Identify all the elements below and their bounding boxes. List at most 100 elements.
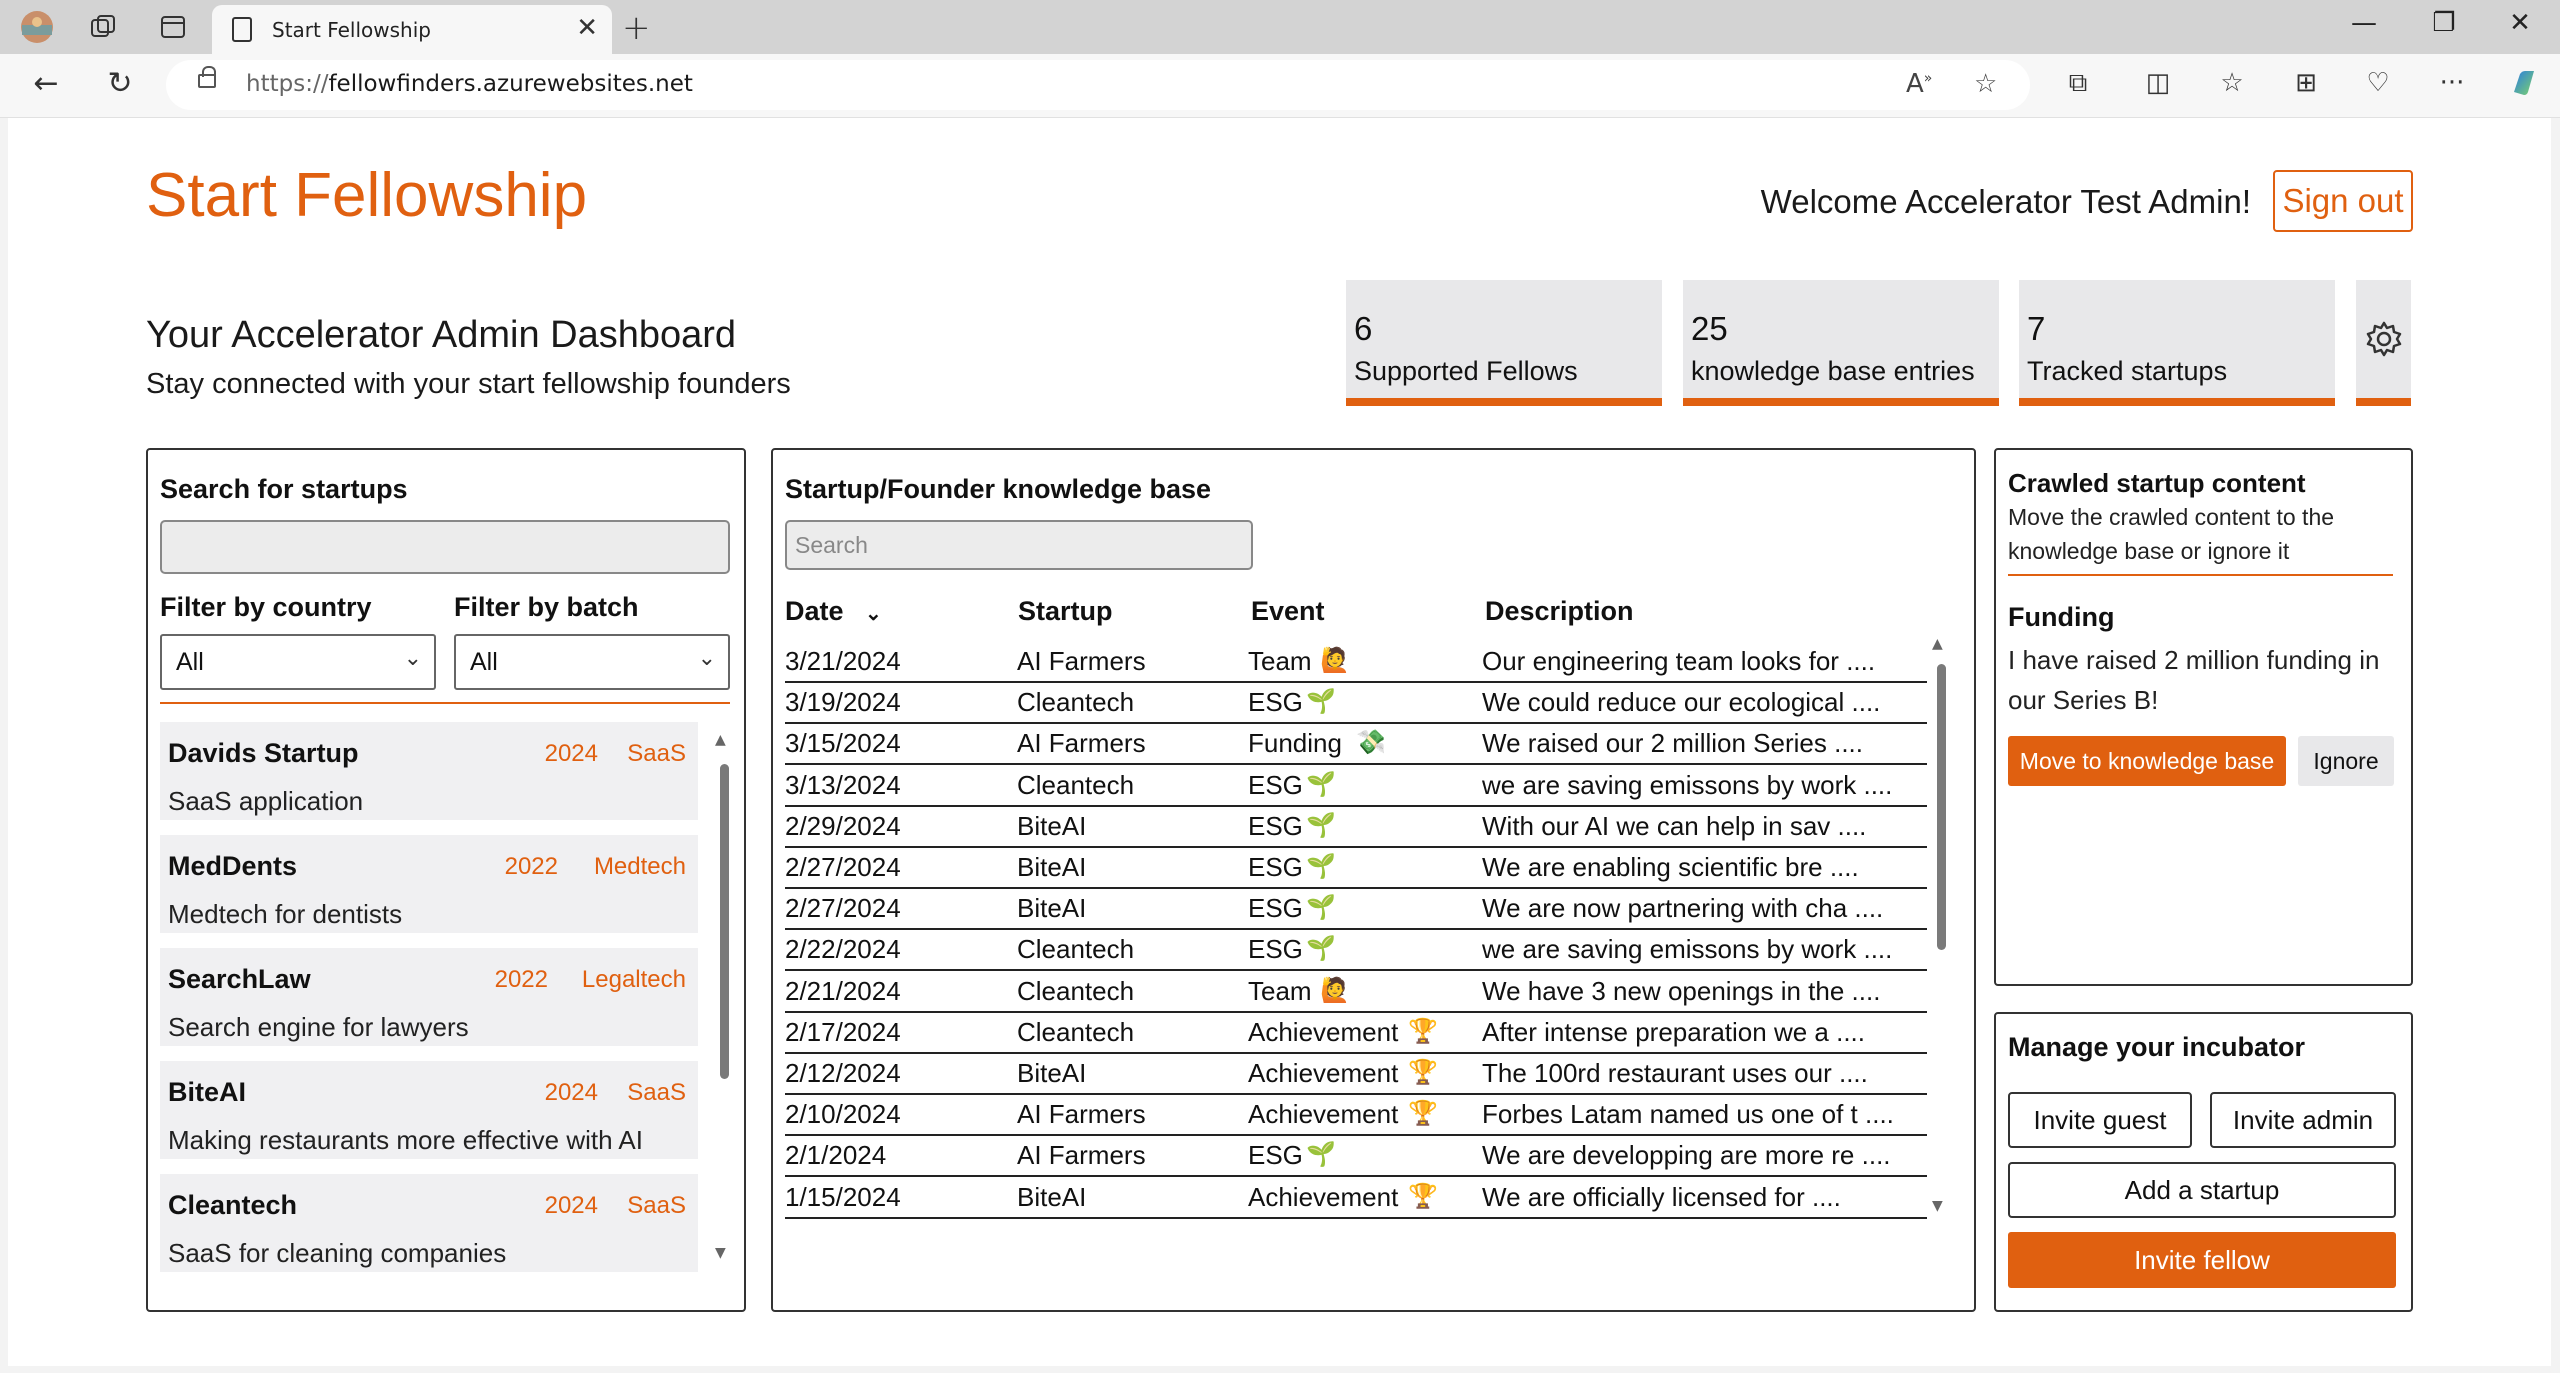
more-options-icon[interactable]: ···	[2434, 68, 2470, 98]
table-row[interactable]: 2/1/2024 AI Farmers ESG 🌱 We are developping…	[785, 1136, 1927, 1178]
column-header-description[interactable]: Description	[1485, 596, 1634, 627]
table-row[interactable]: 2/29/2024 BiteAI ESG 🌱 With our AI we can he…	[785, 807, 1927, 848]
crawled-item-text: I have raised 2 million funding in our S…	[2008, 645, 2380, 715]
table-row[interactable]: 2/17/2024 Cleantech Achievement 🏆 After inte…	[785, 1013, 1927, 1054]
startup-category: Legaltech	[581, 966, 686, 993]
table-row[interactable]: 2/21/2024 Cleantech Team 🙋 We have 3 new ope…	[785, 972, 1927, 1013]
kb-search-input[interactable]: Search	[785, 520, 1253, 570]
vertical-tabs-icon[interactable]	[156, 10, 190, 44]
cell-description: we are saving emissons by work ....	[1482, 934, 1893, 965]
startup-card[interactable]: Davids Startup 2024 SaaS SaaS applicatio…	[160, 722, 698, 820]
column-header-date[interactable]: Date ⌄	[785, 596, 882, 627]
column-header-event[interactable]: Event	[1251, 596, 1325, 627]
extensions-icon[interactable]: ⧉	[2060, 68, 2096, 99]
brand-title[interactable]: Start Fellowship	[146, 160, 587, 231]
startup-category: SaaS	[627, 740, 686, 767]
cell-description: we are saving emissons by work ....	[1482, 769, 1893, 800]
cell-startup: Cleantech	[1017, 769, 1135, 800]
move-to-knowledge-base-button[interactable]: Move to knowledge base	[2008, 736, 2286, 786]
table-row[interactable]: 2/10/2024 AI Farmers Achievement 🏆 Forbes La…	[785, 1095, 1927, 1137]
invite-guest-button[interactable]: Invite guest	[2008, 1092, 2192, 1148]
new-tab-icon[interactable]: +	[622, 8, 651, 48]
startup-card[interactable]: Cleantech 2024 SaaS SaaS for cleaning co…	[160, 1174, 698, 1272]
favorites-icon[interactable]: ☆	[2214, 68, 2250, 98]
startup-search-input[interactable]	[160, 520, 730, 574]
read-aloud-icon[interactable]: A»	[1906, 69, 1932, 99]
scroll-up-icon[interactable]: ▲	[1932, 636, 1943, 652]
lock-icon[interactable]	[198, 66, 216, 88]
cell-description: We could reduce our ecological ....	[1482, 687, 1881, 718]
cell-startup: Cleantech	[1017, 687, 1135, 718]
cell-event: Achievement	[1248, 1058, 1399, 1088]
table-row[interactable]: 3/19/2024 Cleantech ESG 🌱 We could reduce ou…	[785, 683, 1927, 725]
stat-tracked-startups[interactable]: 7 Tracked startups	[2019, 280, 2335, 406]
settings-gear-icon[interactable]	[2356, 280, 2411, 406]
restore-icon[interactable]: ❐	[2424, 8, 2464, 38]
scrollbar-thumb[interactable]	[720, 764, 729, 1079]
sign-out-button[interactable]: Sign out	[2273, 170, 2413, 232]
sort-chevron-icon[interactable]: ⌄	[865, 603, 882, 625]
table-row[interactable]: 3/15/2024 AI Farmers Funding 💸 We raised our…	[785, 724, 1927, 766]
scroll-down-icon[interactable]: ▼	[715, 1245, 726, 1261]
cell-startup: Cleantech	[1017, 1016, 1135, 1047]
startup-description: Making restaurants more effective with A…	[168, 1125, 643, 1155]
address-bar[interactable]: https://fellowfinders.azurewebsites.net …	[166, 60, 2030, 110]
table-row[interactable]: 2/27/2024 BiteAI ESG 🌱 We are now partnering…	[785, 889, 1927, 931]
scroll-up-icon[interactable]: ▲	[715, 732, 726, 748]
cell-date: 2/27/2024	[785, 893, 901, 924]
startup-card[interactable]: SearchLaw 2022 Legaltech Search engine f…	[160, 948, 698, 1046]
table-row[interactable]: 1/15/2024 BiteAI Achievement 🏆 We are offici…	[785, 1178, 1927, 1219]
split-screen-icon[interactable]: ◫	[2140, 68, 2176, 98]
workspaces-icon[interactable]	[86, 10, 120, 44]
browser-tab[interactable]: Start Fellowship ✕	[212, 5, 612, 54]
tab-title: Start Fellowship	[272, 18, 431, 42]
table-row[interactable]: 2/12/2024 BiteAI Achievement 🏆 The 100rd res…	[785, 1054, 1927, 1095]
country-select[interactable]: All ⌄	[160, 634, 436, 690]
invite-admin-button[interactable]: Invite admin	[2210, 1092, 2396, 1148]
cell-startup: AI Farmers	[1017, 1099, 1146, 1130]
favorite-star-icon[interactable]: ☆	[1974, 69, 1997, 99]
ignore-button[interactable]: Ignore	[2298, 736, 2394, 786]
startup-list-scrollbar[interactable]: ▲ ▼	[715, 732, 730, 1261]
column-header-startup[interactable]: Startup	[1018, 596, 1113, 627]
cell-description: We are developping are more re ....	[1482, 1140, 1891, 1171]
minimize-icon[interactable]: —	[2344, 8, 2384, 38]
esg-event-icon: 🌱	[1306, 770, 1336, 798]
close-tab-icon[interactable]: ✕	[576, 13, 598, 43]
cell-event: Achievement	[1248, 1181, 1399, 1212]
table-row[interactable]: 2/27/2024 BiteAI ESG 🌱 We are enabling scien…	[785, 848, 1927, 889]
stat-supported-fellows[interactable]: 6 Supported Fellows	[1346, 280, 1662, 406]
stat-knowledge-base-entries[interactable]: 25 knowledge base entries	[1683, 280, 1999, 406]
back-icon[interactable]: ←	[26, 66, 66, 101]
kb-table-scrollbar[interactable]: ▲ ▼	[1932, 636, 1947, 1214]
startup-year: 2024	[544, 740, 598, 767]
browser-essentials-icon[interactable]: ♡	[2360, 68, 2396, 98]
scrollbar-thumb[interactable]	[1937, 664, 1946, 950]
cell-event: ESG	[1248, 1140, 1303, 1171]
stat-value: 6	[1354, 310, 1373, 347]
startup-card[interactable]: BiteAI 2024 SaaS Making restaurants more…	[160, 1061, 698, 1159]
scroll-down-icon[interactable]: ▼	[1932, 1198, 1943, 1214]
refresh-icon[interactable]: ↻	[100, 66, 140, 101]
copilot-icon[interactable]	[2506, 68, 2542, 105]
cell-description: The 100rd restaurant uses our ....	[1482, 1058, 1868, 1088]
table-row[interactable]: 3/13/2024 Cleantech ESG 🌱 we are saving emis…	[785, 766, 1927, 807]
cell-event: ESG	[1248, 769, 1303, 800]
cell-description: Forbes Latam named us one of t ....	[1482, 1099, 1894, 1130]
batch-select[interactable]: All ⌄	[454, 634, 730, 690]
table-row[interactable]: 3/21/2024 AI Farmers Team 🙋 Our engineering …	[785, 642, 1927, 683]
collections-icon[interactable]: ⊞	[2288, 68, 2324, 98]
startup-card[interactable]: MedDents 2022 Medtech Medtech for dentis…	[160, 835, 698, 933]
startup-name: BiteAI	[168, 1077, 247, 1107]
stat-label: Supported Fellows	[1354, 356, 1578, 386]
startup-year: 2022	[494, 966, 548, 993]
url-text[interactable]: https://fellowfinders.azurewebsites.net	[246, 71, 693, 97]
cell-description: After intense preparation we a ....	[1482, 1016, 1865, 1047]
window-close-icon[interactable]: ✕	[2500, 8, 2540, 38]
profile-avatar-icon[interactable]	[20, 10, 54, 44]
table-row[interactable]: 2/22/2024 Cleantech ESG 🌱 we are saving emis…	[785, 930, 1927, 972]
add-startup-button[interactable]: Add a startup	[2008, 1162, 2396, 1218]
invite-fellow-button[interactable]: Invite fellow	[2008, 1232, 2396, 1288]
cell-startup: AI Farmers	[1017, 728, 1146, 759]
crawled-item-type: Funding	[2008, 602, 2115, 632]
